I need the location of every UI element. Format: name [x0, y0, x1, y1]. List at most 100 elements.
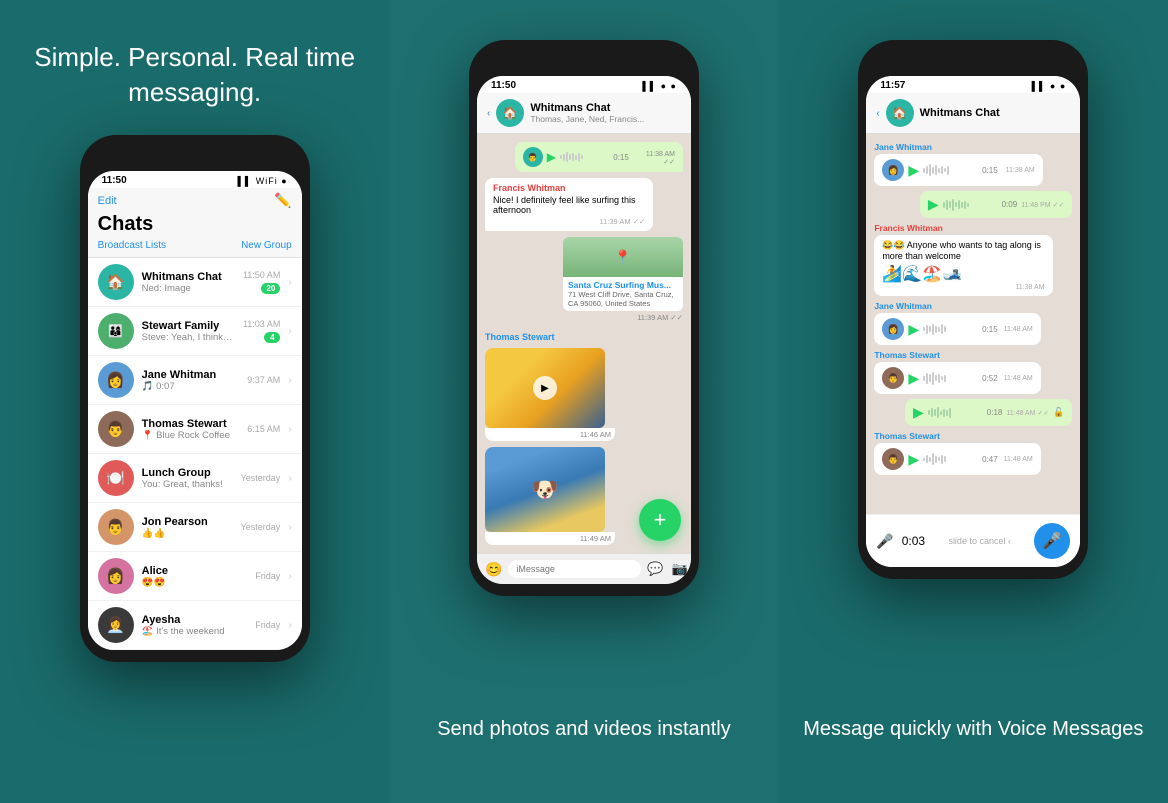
chevron-right-icon: › [288, 571, 291, 582]
chat-content: Jane Whitman 🎵 0:07 [142, 369, 240, 392]
avatar: 👩 [882, 318, 904, 340]
back-button[interactable]: ‹ [876, 108, 879, 119]
location-name: Santa Cruz Surfing Mus... [568, 280, 678, 290]
voice-conversation-header: ‹ 🏠 Whitmans Chat [866, 93, 1080, 134]
phone-screen-left: 11:50 ▌▌ WiFi ● Edit ✏️ Chats Broadcast … [88, 171, 302, 650]
chat-time: 11:03 AM [243, 319, 280, 329]
chat-badge: 4 [264, 332, 280, 343]
location-map-icon: 📍 [563, 237, 683, 277]
play-icon[interactable]: ▶ [533, 376, 557, 400]
status-bar-middle: 11:50 ▌▌ ● ● [477, 76, 691, 93]
message-time: 11:48 PM ✓✓ [1021, 201, 1064, 209]
send-voice-button[interactable]: 🎤 [1034, 523, 1070, 559]
broadcast-lists-link[interactable]: Broadcast Lists [98, 240, 166, 251]
chat-meta: Friday [255, 571, 280, 581]
chat-name: Thomas Stewart [142, 418, 240, 430]
chat-time: 11:50 AM [243, 270, 280, 280]
message-video: ▶ 11:46 AM [485, 348, 615, 441]
play-icon[interactable]: ▶ [908, 370, 919, 387]
list-item[interactable]: 👨 Jon Pearson 👍👍 Yesterday › [88, 503, 302, 552]
chat-time: Friday [255, 571, 280, 581]
status-time-right: 11:57 [880, 80, 905, 91]
voice-message-item: Jane Whitman 👩 ▶ [874, 301, 1040, 345]
chat-name: Ayesha [142, 614, 248, 626]
chat-meta: 11:03 AM 4 [243, 319, 280, 343]
chat-preview: 👍👍 [142, 528, 233, 539]
chevron-right-icon: › [288, 326, 291, 337]
message-bubble: 😂😂 Anyone who wants to tag along is more… [874, 235, 1052, 296]
camera-icon[interactable]: 📷 [672, 561, 688, 577]
phone-middle: 11:50 ▌▌ ● ● ‹ 🏠 Whitmans Chat Thomas, J… [469, 40, 699, 596]
message-sticker: 🏄🌊🏖️🎿 [882, 264, 1044, 284]
compose-icon[interactable]: ✏️ [274, 192, 291, 209]
back-button[interactable]: ‹ [487, 108, 490, 119]
play-icon[interactable]: ▶ [908, 321, 919, 338]
chat-meta: Yesterday [241, 522, 281, 532]
microphone-send-icon: 🎤 [1042, 531, 1062, 551]
chat-name: Jon Pearson [142, 516, 233, 528]
status-bar-right: 11:57 ▌▌ ● ● [866, 76, 1080, 93]
voice-duration: 0:15 [982, 325, 998, 334]
microphone-recording-icon: 🎤 [876, 533, 893, 550]
sticker-icon[interactable]: 💬 [647, 561, 663, 577]
list-item[interactable]: 👩 Jane Whitman 🎵 0:07 9:37 AM › [88, 356, 302, 405]
new-group-link[interactable]: New Group [241, 240, 292, 251]
location-address: 71 West Cliff Drive, Santa Cruz, CA 9506… [568, 290, 678, 308]
play-icon[interactable]: ▶ [908, 162, 919, 179]
left-headline: Simple. Personal. Real time messaging. [20, 40, 369, 110]
list-item[interactable]: 👨‍👩‍👦 Stewart Family Steve: Yeah, I thin… [88, 307, 302, 356]
message-sender: Thomas Stewart [874, 431, 1040, 441]
phone-screen-right: 11:57 ▌▌ ● ● ‹ 🏠 Whitmans Chat [866, 76, 1080, 567]
voice-bubble-out: ▶ 0:18 11:48 AM ✓✓ [905, 399, 1072, 426]
list-item[interactable]: 🍽️ Lunch Group You: Great, thanks! Yeste… [88, 454, 302, 503]
new-chat-fab[interactable]: + [639, 499, 681, 541]
phone-right: 11:57 ▌▌ ● ● ‹ 🏠 Whitmans Chat [858, 40, 1088, 579]
recording-time: 0:03 [902, 534, 925, 548]
chats-title: Chats [98, 213, 292, 236]
status-time-middle: 11:50 [491, 80, 516, 91]
chat-content: Stewart Family Steve: Yeah, I think I kn… [142, 320, 235, 343]
list-item[interactable]: 🏠 Whitmans Chat Ned: Image 11:50 AM 20 › [88, 258, 302, 307]
chat-time: Yesterday [241, 473, 281, 483]
message-input[interactable] [508, 560, 641, 578]
chat-content: Ayesha 🏖️ It's the weekend [142, 614, 248, 637]
message-text: Nice! I definitely feel like surfing thi… [493, 195, 645, 215]
list-item[interactable]: 👩 Alice 😍😍 Friday › [88, 552, 302, 601]
right-subline: Message quickly with Voice Messages [803, 715, 1143, 773]
message-time: 11:39 AM ✓✓ [563, 313, 683, 322]
message-sender: Francis Whitman [493, 183, 645, 193]
conversation-status: Thomas, Jane, Ned, Francis... [530, 114, 644, 124]
chat-time: Yesterday [241, 522, 281, 532]
avatar: 👨 [523, 147, 543, 167]
avatar: 🏠 [98, 264, 134, 300]
voice-message-item: Thomas Stewart 👨 ▶ [874, 350, 1040, 394]
chat-meta: 6:15 AM [247, 424, 280, 434]
chat-time: 9:37 AM [247, 375, 280, 385]
edit-button[interactable]: Edit [98, 195, 117, 207]
voice-duration: 0:52 [982, 374, 998, 383]
chat-content: Thomas Stewart 📍 Blue Rock Coffee [142, 418, 240, 441]
avatar: 🏠 [886, 99, 914, 127]
phone-notch-right [928, 52, 1018, 72]
avatar: 👩‍💼 [98, 607, 134, 643]
list-item[interactable]: 👨 Thomas Stewart 📍 Blue Rock Coffee 6:15… [88, 405, 302, 454]
phone-left: 11:50 ▌▌ WiFi ● Edit ✏️ Chats Broadcast … [80, 135, 310, 662]
avatar: 👨‍👩‍👦 [98, 313, 134, 349]
play-icon[interactable]: ▶ [908, 451, 919, 468]
list-item[interactable]: 👩‍💼 Ayesha 🏖️ It's the weekend Friday › [88, 601, 302, 650]
message-location: 📍 Santa Cruz Surfing Mus... 71 West Clif… [563, 237, 683, 322]
avatar: 👨 [98, 411, 134, 447]
voice-messages-area: Jane Whitman 👩 ▶ [866, 134, 1080, 514]
voice-bubble: 👩 ▶ 0 [874, 313, 1040, 345]
play-icon[interactable]: ▶ [913, 404, 924, 421]
avatar: 👩 [882, 159, 904, 181]
status-icons-right: ▌▌ ● ● [1032, 81, 1067, 91]
play-icon[interactable]: ▶ [928, 196, 939, 213]
message-sender: Thomas Stewart [485, 332, 683, 342]
chat-time: Friday [255, 620, 280, 630]
avatar: 👩 [98, 362, 134, 398]
message-input-bar: 😊 💬 📷 🎤 [477, 553, 691, 584]
emoji-icon[interactable]: 😊 [485, 561, 502, 578]
message-time: 11:48 AM [1004, 326, 1033, 333]
avatar: 👨 [882, 448, 904, 470]
